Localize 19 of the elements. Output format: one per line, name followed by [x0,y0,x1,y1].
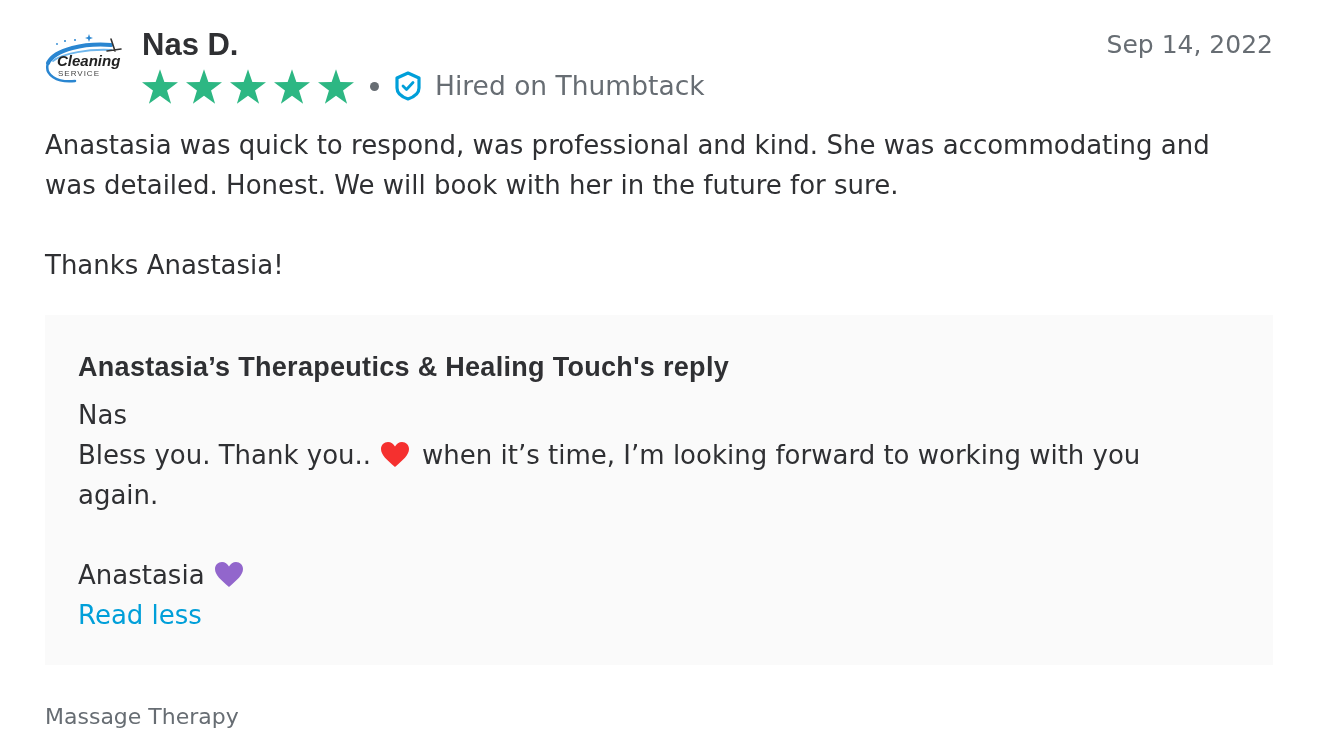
reviewer-name: Nas D. [142,27,240,63]
star-icon [318,68,354,104]
reply-title: Anastasia’s Therapeutics & Healing Touch's reply [78,351,730,384]
star-icon [142,68,178,104]
reply-text: Nas [78,400,127,430]
star-icon [274,68,310,104]
reply-text: Bless you. Thank you.. when it’s time, I’m looking forward to working with you again. [78,440,1141,510]
reply-text: Anastasia [78,560,256,590]
star-icon [230,68,266,104]
logo-text: Cleaning [57,53,121,69]
shield-check-icon [395,71,421,101]
hired-badge-text: Hired on Thumbtack [435,69,705,103]
service-label: Massage Therapy [45,703,239,731]
read-less-link[interactable]: Read less [78,595,202,635]
logo-subtext: SERVICE [58,69,100,78]
star-icon [186,68,222,104]
review-text: Thanks Anastasia! [45,249,285,282]
review-text: Anastasia was quick to respond, was professional and kind. She was accommodating and was detailed. Honest. We will book with her in the future for sure. [45,129,1211,202]
review-date: Sep 14, 2022 [1106,29,1273,61]
